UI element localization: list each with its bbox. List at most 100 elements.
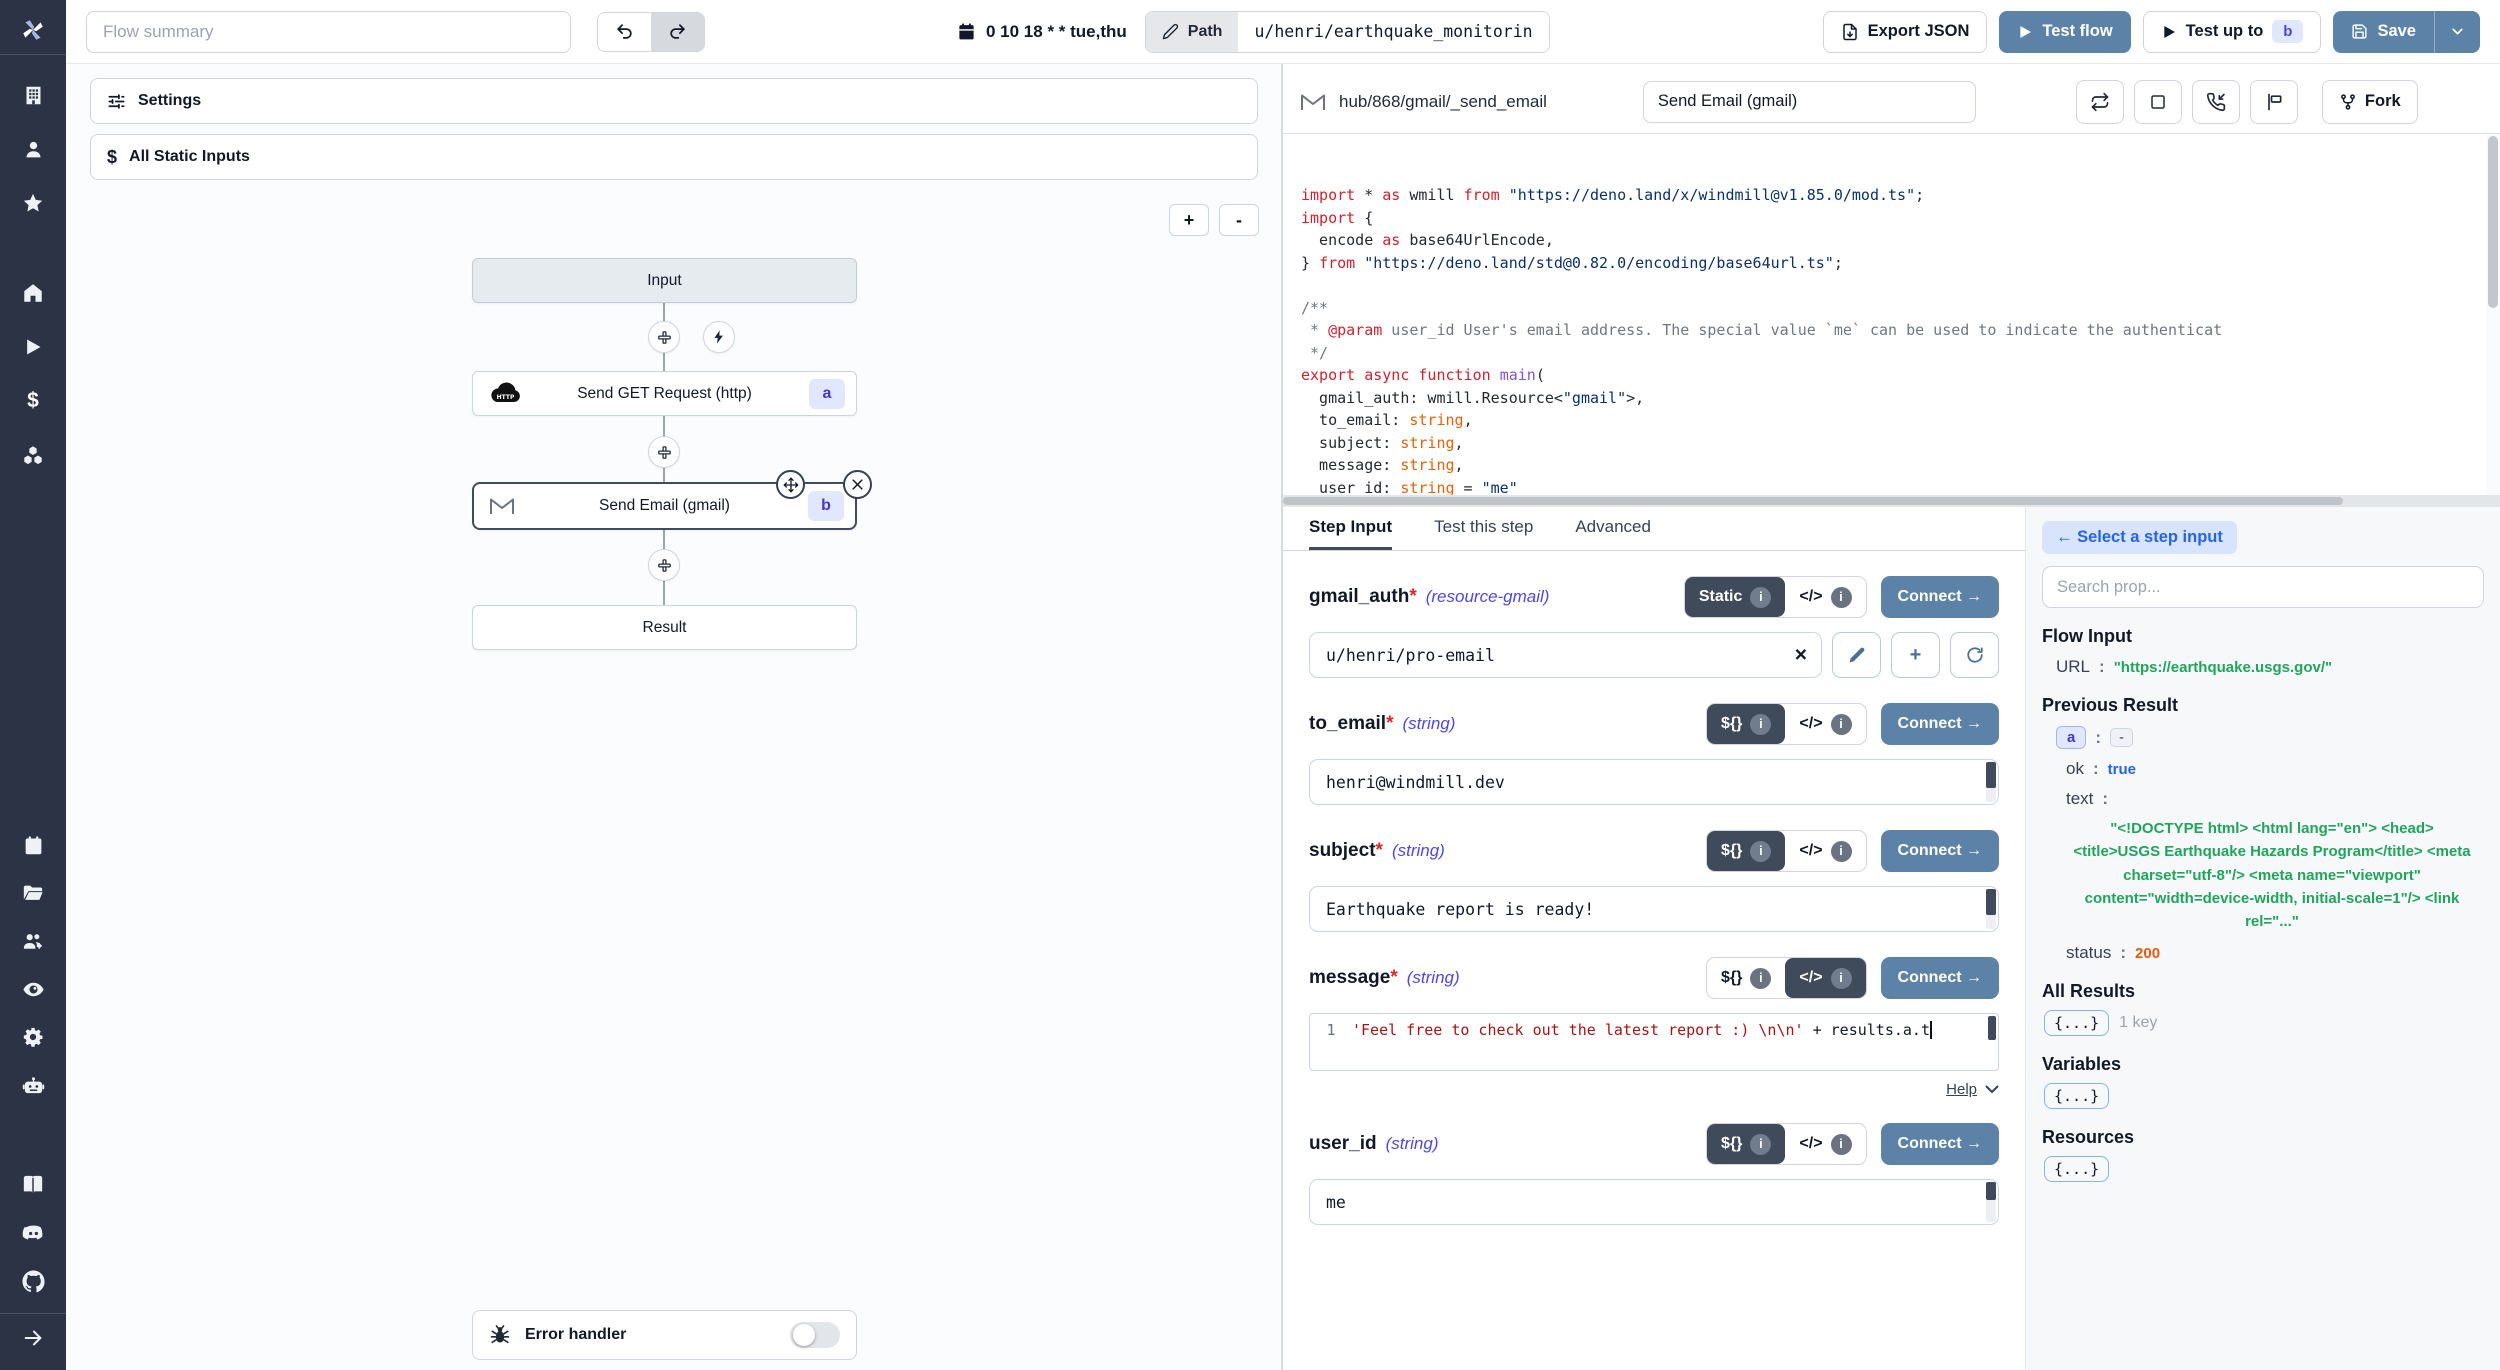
subject-input[interactable] (1309, 886, 1999, 932)
info-icon[interactable] (1831, 841, 1852, 862)
prop-a-row[interactable]: a : - (2042, 726, 2484, 749)
sidebar-item-favorites[interactable] (0, 179, 66, 227)
edit-path-button[interactable]: Path (1146, 12, 1239, 52)
mode-template[interactable]: ${} (1707, 958, 1785, 998)
select-step-input-button[interactable]: ← Select a step input (2042, 521, 2237, 554)
prop-text-row[interactable]: text : (2042, 789, 2484, 809)
tab-test-this-step[interactable]: Test this step (1434, 507, 1533, 550)
input-scrollbar-thumb[interactable] (1986, 889, 1996, 915)
sidebar-item-home[interactable] (0, 269, 66, 317)
prop-search-input[interactable] (2042, 566, 2484, 608)
connect-button[interactable]: Connect → (1881, 830, 1999, 872)
connect-button[interactable]: Connect → (1881, 703, 1999, 745)
zoom-in-button[interactable]: + (1169, 204, 1209, 236)
node-input[interactable]: Input (472, 258, 857, 303)
sidebar-item-runs[interactable] (0, 323, 66, 371)
mode-javascript[interactable]: </> (1785, 831, 1865, 871)
fullscreen-button[interactable] (2134, 80, 2182, 124)
add-step-button[interactable] (648, 321, 680, 353)
sidebar-item-settings[interactable] (0, 1013, 66, 1061)
fork-button[interactable]: Fork (2322, 80, 2418, 124)
add-step-button[interactable] (648, 549, 680, 581)
mode-javascript[interactable]: </> (1785, 577, 1865, 617)
sidebar-item-schedules[interactable] (0, 821, 66, 869)
info-icon[interactable] (1831, 968, 1852, 989)
info-icon[interactable] (1750, 1134, 1771, 1155)
prop-ok-row[interactable]: ok : true (2042, 759, 2484, 779)
sidebar-item-docs[interactable] (0, 1161, 66, 1209)
sidebar-item-discord[interactable] (0, 1209, 66, 1257)
undo-button[interactable] (598, 13, 651, 51)
info-icon[interactable] (1831, 714, 1852, 735)
gmail-auth-input[interactable] (1309, 632, 1822, 678)
test-flow-button[interactable]: Test flow (1999, 11, 2130, 53)
code-horizontal-scrollbar[interactable] (1283, 495, 2500, 507)
add-step-button[interactable] (648, 436, 680, 468)
info-icon[interactable] (1831, 587, 1852, 608)
export-json-button[interactable]: Export JSON (1823, 11, 1988, 53)
schedule-display[interactable]: 0 10 18 * * tue,thu (957, 22, 1127, 42)
connect-button[interactable]: Connect → (1881, 576, 1999, 618)
info-icon[interactable] (1831, 1134, 1852, 1155)
sidebar-item-workspace[interactable] (0, 71, 66, 119)
move-step-button[interactable] (776, 470, 805, 499)
prop-status-row[interactable]: status : 200 (2042, 943, 2484, 963)
sidebar-item-workers[interactable] (0, 1061, 66, 1109)
collapse-toggle[interactable]: - (2110, 728, 2133, 747)
save-dropdown-button[interactable] (2434, 11, 2480, 53)
reload-script-button[interactable] (2076, 80, 2124, 124)
step-a-badge[interactable]: a (2056, 726, 2086, 749)
delete-step-button[interactable] (843, 470, 872, 499)
mode-javascript[interactable]: </> (1785, 704, 1865, 744)
add-resource-button[interactable]: + (1891, 632, 1940, 678)
connect-button[interactable]: Connect → (1881, 957, 1999, 999)
sidebar-item-groups[interactable] (0, 917, 66, 965)
tab-advanced[interactable]: Advanced (1575, 507, 1651, 550)
info-icon[interactable] (1750, 968, 1771, 989)
to-email-input[interactable] (1309, 759, 1999, 805)
chevron-down-icon[interactable] (1985, 1085, 1999, 1094)
info-icon[interactable] (1750, 714, 1771, 735)
scrollbar-thumb[interactable] (1283, 497, 2343, 505)
trigger-button[interactable] (703, 321, 735, 353)
sidebar-item-user[interactable] (0, 125, 66, 173)
user-id-input[interactable] (1309, 1179, 1999, 1225)
redo-button[interactable] (651, 13, 704, 51)
diff-view-button[interactable] (2250, 80, 2298, 124)
node-http-step[interactable]: HTTP Send GET Request (http) a (472, 371, 857, 416)
all-static-inputs-button[interactable]: $ All Static Inputs (90, 134, 1258, 180)
sidebar-item-github[interactable] (0, 1257, 66, 1305)
save-button[interactable]: Save (2333, 11, 2434, 53)
clear-icon[interactable]: × (1795, 645, 1807, 666)
info-icon[interactable] (1750, 841, 1771, 862)
expand-json-button[interactable]: {...} (2044, 1156, 2109, 1182)
sidebar-item-resources[interactable] (0, 431, 66, 479)
tab-step-input[interactable]: Step Input (1309, 507, 1392, 550)
zoom-out-button[interactable]: - (1219, 204, 1259, 236)
error-handler-toggle[interactable] (790, 1322, 840, 1348)
windmill-logo[interactable] (0, 6, 66, 54)
flow-settings-button[interactable]: Settings (90, 78, 1258, 124)
sidebar-item-audit-logs[interactable] (0, 965, 66, 1013)
help-link[interactable]: Help (1946, 1081, 1977, 1098)
mode-template[interactable]: ${} (1707, 1124, 1785, 1164)
flow-summary-input[interactable] (86, 11, 571, 53)
edit-resource-button[interactable] (1832, 632, 1881, 678)
mode-static[interactable]: Static (1685, 577, 1786, 617)
scrollbar-thumb[interactable] (2488, 136, 2498, 308)
input-scrollbar-thumb[interactable] (1986, 762, 1996, 788)
prop-url-row[interactable]: URL : "https://earthquake.usgs.gov/" (2042, 657, 2484, 677)
message-code-editor[interactable]: 1 'Feel free to check out the latest rep… (1309, 1013, 1999, 1071)
expand-json-button[interactable]: {...} (2044, 1083, 2109, 1109)
editor-scrollbar-thumb[interactable] (1988, 1016, 1996, 1040)
refresh-resource-button[interactable] (1950, 632, 1999, 678)
connect-button[interactable]: Connect → (1881, 1123, 1999, 1165)
mode-template[interactable]: ${} (1707, 831, 1785, 871)
step-name-input[interactable] (1643, 81, 1976, 123)
sidebar-item-folders[interactable] (0, 869, 66, 917)
expand-sidebar-button[interactable] (0, 1314, 66, 1362)
info-icon[interactable] (1750, 587, 1771, 608)
test-up-to-button[interactable]: Test up to b (2143, 11, 2322, 53)
webhook-button[interactable] (2192, 80, 2240, 124)
node-result[interactable]: Result (472, 605, 857, 650)
